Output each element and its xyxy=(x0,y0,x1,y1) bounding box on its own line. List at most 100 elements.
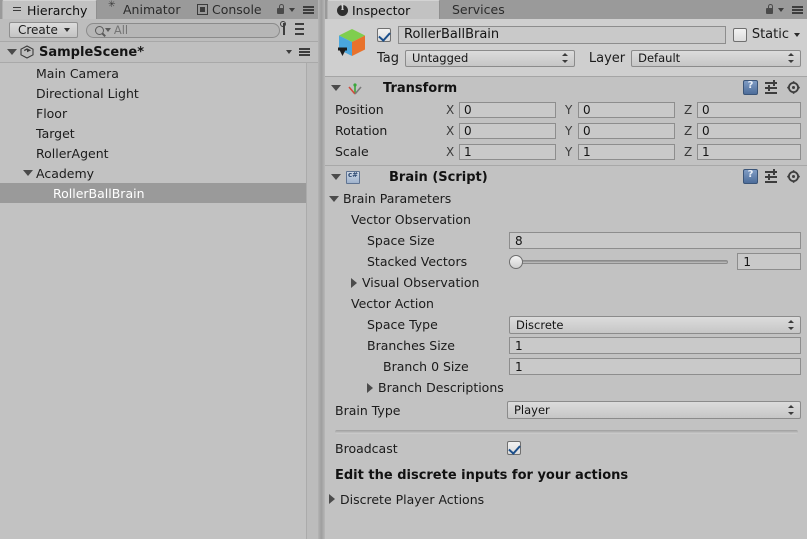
hierarchy-sort-icon[interactable] xyxy=(280,20,306,40)
tab-inspector[interactable]: Inspector xyxy=(327,0,440,19)
discrete-player-actions-row[interactable]: Discrete Player Actions xyxy=(325,488,807,510)
list-item[interactable]: RollerAgent xyxy=(0,143,307,163)
visual-observation-foldout-icon[interactable] xyxy=(351,277,357,288)
gear-icon[interactable] xyxy=(787,80,801,95)
animator-icon xyxy=(108,0,119,15)
tab-services[interactable]: Services xyxy=(443,0,523,19)
space-size-label: Space Size xyxy=(367,233,435,248)
scene-row-menu[interactable] xyxy=(286,47,310,57)
stacked-vectors-label: Stacked Vectors xyxy=(367,254,468,269)
tab-hierarchy[interactable]: Hierarchy xyxy=(2,0,97,19)
search-field[interactable] xyxy=(85,22,280,38)
space-type-dropdown[interactable]: Discrete xyxy=(509,315,801,334)
chevron-down-icon[interactable] xyxy=(289,7,295,12)
list-item[interactable]: Floor xyxy=(0,103,307,123)
layer-dropdown[interactable]: Default xyxy=(631,49,801,67)
position-x-field[interactable]: 0 xyxy=(459,101,556,118)
unity-editor-window: Hierarchy Animator Console Create xyxy=(0,0,807,539)
gameobject-header: RollerBallBrain Static Tag Untagged Laye… xyxy=(325,19,807,77)
lock-icon[interactable] xyxy=(765,4,774,15)
list-item[interactable]: Target xyxy=(0,123,307,143)
branches-size-field[interactable]: 1 xyxy=(509,337,801,354)
scene-name-label: SampleScene* xyxy=(39,44,145,60)
rotation-y-field[interactable]: 0 xyxy=(578,122,675,139)
visual-observation-row[interactable]: Visual Observation xyxy=(325,272,807,293)
transform-axis-icon xyxy=(347,80,363,99)
csharp-script-icon: c# xyxy=(346,171,360,184)
section-separator-wrap xyxy=(325,422,807,434)
discrete-player-actions-label: Discrete Player Actions xyxy=(340,491,485,507)
preset-icon[interactable] xyxy=(765,80,780,94)
tag-layer-row: Tag Untagged Layer Default xyxy=(377,49,801,67)
brain-type-row: Brain Type Player xyxy=(325,398,807,422)
menu-icon[interactable] xyxy=(789,5,803,15)
position-z-field[interactable]: 0 xyxy=(697,101,801,118)
broadcast-checkbox[interactable] xyxy=(507,441,521,455)
visual-observation-label: Visual Observation xyxy=(362,275,480,290)
gameobject-enabled-checkbox[interactable] xyxy=(377,27,391,42)
brain-parameters-row[interactable]: Brain Parameters xyxy=(325,188,807,209)
scene-root-row[interactable]: SampleScene* xyxy=(0,42,318,63)
scale-y-field[interactable]: 1 xyxy=(578,143,675,160)
rotation-y-value: 0 xyxy=(583,123,591,138)
rotation-z-field[interactable]: 0 xyxy=(697,122,801,139)
stacked-vectors-slider[interactable] xyxy=(509,254,729,269)
lock-icon[interactable] xyxy=(276,4,285,15)
layer-value: Default xyxy=(638,51,681,65)
rotation-x-value: 0 xyxy=(464,123,472,138)
slider-handle[interactable] xyxy=(509,254,524,269)
chevron-down-icon[interactable] xyxy=(104,28,111,32)
scene-foldout-icon[interactable] xyxy=(7,49,17,55)
brain-type-dropdown[interactable]: Player xyxy=(507,401,801,419)
branch-descriptions-foldout-icon[interactable] xyxy=(367,382,373,393)
hierarchy-scrollbar[interactable] xyxy=(306,63,318,539)
list-item[interactable]: RollerBallBrain xyxy=(0,183,307,203)
search-input[interactable] xyxy=(113,23,271,37)
position-y-field[interactable]: 0 xyxy=(578,101,675,118)
gameobject-name-row: RollerBallBrain Static xyxy=(377,25,801,44)
list-item[interactable]: Academy xyxy=(0,163,307,183)
list-item[interactable]: Main Camera xyxy=(0,63,307,83)
branch0-size-field[interactable]: 1 xyxy=(509,358,801,375)
help-icon[interactable] xyxy=(743,169,758,184)
space-size-field[interactable]: 8 xyxy=(509,232,801,249)
gear-icon[interactable] xyxy=(787,169,801,184)
branch-descriptions-row[interactable]: Branch Descriptions xyxy=(325,377,807,398)
unity-logo-icon xyxy=(20,45,34,59)
create-button[interactable]: Create xyxy=(9,22,78,38)
stacked-vectors-field[interactable]: 1 xyxy=(737,253,802,270)
rotation-x-field[interactable]: 0 xyxy=(459,122,556,139)
static-checkbox[interactable] xyxy=(732,27,747,42)
help-icon[interactable] xyxy=(743,80,758,95)
node-foldout-icon[interactable] xyxy=(23,170,33,176)
chevron-down-icon xyxy=(63,28,70,32)
inspector-tabbar: Inspector Services xyxy=(325,0,807,20)
tab-label: Animator xyxy=(123,2,181,17)
static-label: Static xyxy=(751,27,789,42)
scale-x-field[interactable]: 1 xyxy=(459,143,556,160)
preset-icon[interactable] xyxy=(765,169,780,183)
menu-icon[interactable] xyxy=(300,5,314,15)
transform-header-icons xyxy=(743,80,801,95)
brain-script-header[interactable]: c# Brain (Script) xyxy=(325,166,807,188)
tab-console[interactable]: Console xyxy=(188,0,271,19)
info-icon xyxy=(337,3,348,16)
tag-dropdown[interactable]: Untagged xyxy=(405,49,575,67)
discrete-player-actions-foldout-icon[interactable] xyxy=(329,494,335,504)
chevron-down-icon[interactable] xyxy=(794,32,800,37)
panel-divider[interactable] xyxy=(318,0,325,539)
scale-x-value: 1 xyxy=(464,144,472,159)
transform-rotation-row: Rotation X 0 Y 0 Z 0 xyxy=(325,120,807,141)
console-icon xyxy=(197,4,208,15)
brain-parameters-foldout-icon[interactable] xyxy=(329,195,339,202)
chevron-down-icon[interactable] xyxy=(778,7,784,12)
tab-animator[interactable]: Animator xyxy=(99,0,186,19)
vector-observation-label: Vector Observation xyxy=(351,212,471,227)
transform-foldout-icon[interactable] xyxy=(331,85,341,91)
transform-header[interactable]: Transform xyxy=(325,77,807,99)
gameobject-name-field[interactable]: RollerBallBrain xyxy=(398,25,726,44)
scale-z-field[interactable]: 1 xyxy=(697,143,801,160)
list-item[interactable]: Directional Light xyxy=(0,83,307,103)
brain-foldout-icon[interactable] xyxy=(331,174,341,180)
tag-label: Tag xyxy=(377,50,400,66)
